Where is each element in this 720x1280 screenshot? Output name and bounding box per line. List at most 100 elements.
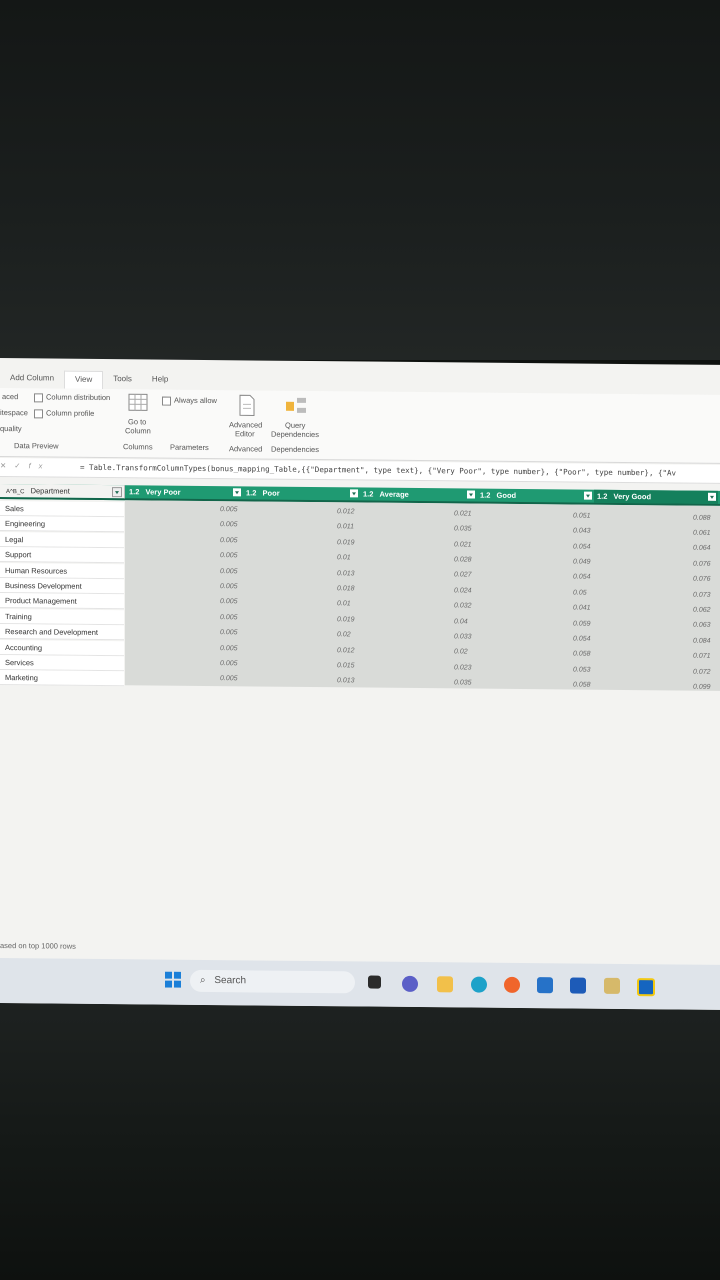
value-cell[interactable]: 0.072 [693,668,711,675]
column-header-poor[interactable]: 1.2 Poor [243,486,360,500]
value-cell[interactable]: 0.099 [693,684,711,691]
row-department-cell[interactable]: Services [0,655,124,672]
advanced-editor-button[interactable]: Advanced [229,420,262,429]
value-cell[interactable]: 0.02 [337,631,351,638]
value-cell[interactable]: 0.054 [573,543,591,550]
edge-icon[interactable] [471,976,487,993]
query-dependencies-button[interactable]: Query [285,421,305,430]
value-cell[interactable]: 0.054 [573,635,591,642]
snipping-tool-icon[interactable] [604,977,620,994]
value-cell[interactable]: 0.005 [220,522,238,529]
value-cell[interactable]: 0.051 [573,512,591,519]
value-cell[interactable]: 0.088 [693,514,711,521]
row-department-cell[interactable]: Business Development [0,578,124,595]
row-department-cell[interactable]: Sales [0,501,124,518]
filter-dropdown-icon[interactable] [467,490,475,499]
value-cell[interactable]: 0.005 [220,629,238,636]
value-cell[interactable]: 0.005 [220,506,238,513]
value-cell[interactable]: 0.041 [573,605,591,612]
ribbon-layout-item[interactable]: aced [2,392,18,401]
value-cell[interactable]: 0.024 [454,587,472,594]
tab-view[interactable]: View [64,370,104,389]
value-cell[interactable]: 0.005 [220,552,238,559]
word-icon[interactable] [570,977,586,994]
value-cell[interactable]: 0.073 [693,591,711,598]
go-to-column-button[interactable]: Go to [128,417,146,426]
value-cell[interactable]: 0.011 [337,524,354,531]
ribbon-layout-item[interactable]: quality [0,424,22,433]
value-cell[interactable]: 0.005 [220,645,238,652]
fx-icon[interactable]: fx [29,461,51,470]
value-cell[interactable]: 0.015 [337,662,355,669]
value-cell[interactable]: 0.01 [337,554,351,561]
value-cell[interactable]: 0.027 [454,572,472,579]
filter-dropdown-icon[interactable] [233,488,241,497]
value-cell[interactable]: 0.063 [693,622,711,629]
value-cell[interactable]: 0.064 [693,545,711,552]
value-cell[interactable]: 0.071 [693,653,711,660]
value-cell[interactable]: 0.049 [573,558,591,565]
value-cell[interactable]: 0.005 [220,568,238,575]
always-allow-checkbox[interactable]: Always allow [162,396,217,406]
tab-add-column[interactable]: Add Column [0,370,64,389]
power-bi-icon[interactable] [637,978,655,997]
value-cell[interactable]: 0.01 [337,601,351,608]
value-cell[interactable]: 0.021 [454,541,472,548]
value-cell[interactable]: 0.033 [454,633,472,640]
value-cell[interactable]: 0.076 [693,576,711,583]
value-cell[interactable]: 0.005 [220,676,238,683]
value-cell[interactable]: 0.058 [573,651,591,658]
value-cell[interactable]: 0.05 [573,589,587,596]
value-cell[interactable]: 0.012 [337,647,355,654]
value-cell[interactable]: 0.013 [337,678,355,685]
value-cell[interactable]: 0.005 [220,583,238,590]
filter-dropdown-icon[interactable] [350,489,358,498]
formula-text[interactable]: = Table.TransformColumnTypes(bonus_mappi… [80,463,676,478]
column-header-very-poor[interactable]: 1.2 Very Poor [126,485,243,499]
value-cell[interactable]: 0.019 [337,539,355,546]
store-icon[interactable] [537,977,553,994]
column-distribution-checkbox[interactable]: Column distribution [34,392,110,402]
value-cell[interactable]: 0.053 [573,666,591,673]
row-department-cell[interactable]: Research and Development [0,624,124,641]
value-cell[interactable]: 0.023 [454,664,472,671]
taskbar-search-input[interactable]: ⌕ Search [190,969,355,994]
tab-help[interactable]: Help [142,371,178,389]
row-department-cell[interactable]: Training [0,608,124,625]
value-cell[interactable]: 0.062 [693,607,711,614]
value-cell[interactable]: 0.04 [454,618,468,625]
value-cell[interactable]: 0.021 [454,510,472,517]
windows-start-icon[interactable] [165,971,181,988]
column-header-department[interactable]: A^B_C Department [0,484,125,499]
ribbon-layout-item[interactable]: itespace [0,408,28,417]
confirm-icon[interactable]: ✓ [14,461,28,470]
value-cell[interactable]: 0.058 [573,682,591,689]
value-cell[interactable]: 0.02 [454,649,468,656]
value-cell[interactable]: 0.018 [337,585,355,592]
value-cell[interactable]: 0.061 [693,530,711,537]
filter-dropdown-icon[interactable] [584,491,592,500]
row-department-cell[interactable]: Engineering [0,516,124,533]
column-profile-checkbox[interactable]: Column profile [34,408,94,418]
value-cell[interactable]: 0.054 [573,574,591,581]
task-view-icon[interactable] [368,975,381,989]
value-cell[interactable]: 0.005 [220,614,238,621]
value-cell[interactable]: 0.076 [693,560,711,567]
value-cell[interactable]: 0.043 [573,528,591,535]
file-explorer-icon[interactable] [437,976,453,993]
filter-dropdown-icon[interactable] [708,492,716,501]
row-department-cell[interactable]: Support [0,547,124,564]
value-cell[interactable]: 0.035 [454,680,472,687]
row-department-cell[interactable]: Human Resources [0,562,124,579]
row-department-cell[interactable]: Product Management [0,593,124,610]
value-cell[interactable]: 0.005 [220,599,238,606]
value-cell[interactable]: 0.059 [573,620,591,627]
value-cell[interactable]: 0.005 [220,537,238,544]
column-header-very-good[interactable]: 1.2 Very Good [594,489,718,504]
value-cell[interactable]: 0.019 [337,616,355,623]
value-cell[interactable]: 0.035 [454,526,472,533]
value-cell[interactable]: 0.013 [337,570,355,577]
teams-chat-icon[interactable] [402,975,418,993]
column-header-good[interactable]: 1.2 Good [477,489,594,503]
value-cell[interactable]: 0.005 [220,660,238,667]
